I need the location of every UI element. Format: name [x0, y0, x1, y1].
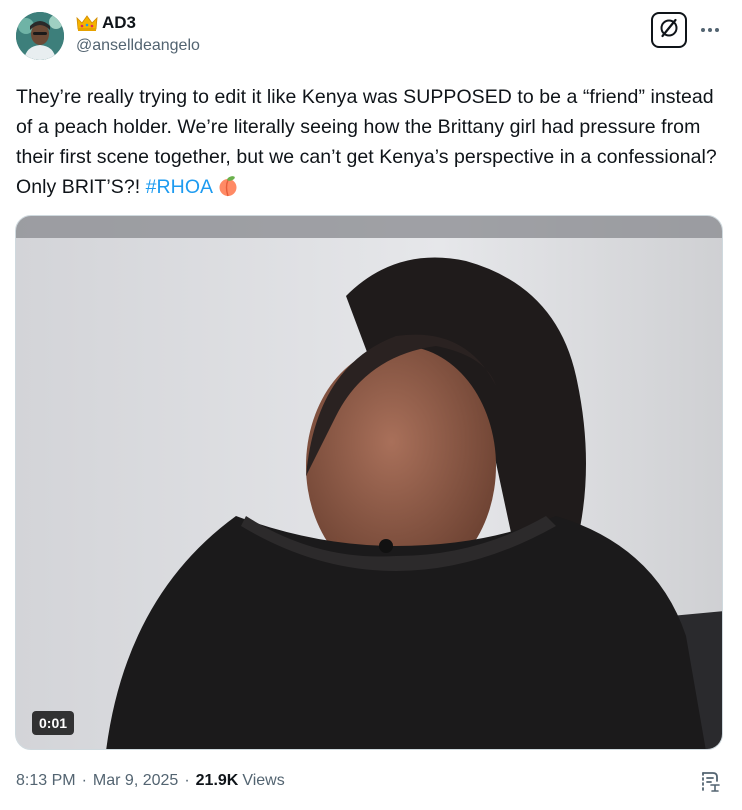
- more-dot: [708, 28, 712, 32]
- views-label: Views: [242, 772, 285, 789]
- bookmark-list-icon[interactable]: [698, 770, 722, 794]
- name-row: AD3: [76, 12, 200, 34]
- tweet-meta: 8:13 PM · Mar 9, 2025 · 21.9K Views: [16, 772, 285, 790]
- video-player[interactable]: 0:01: [15, 215, 723, 750]
- views-count: 21.9K: [195, 772, 239, 789]
- video-duration: 0:01: [32, 711, 75, 735]
- tweet-time[interactable]: 8:13 PM: [16, 772, 76, 790]
- tweet-body: They’re really trying to edit it like Ke…: [16, 86, 717, 198]
- more-dot: [701, 28, 705, 32]
- grok-icon: [658, 17, 680, 44]
- tweet-text: They’re really trying to edit it like Ke…: [16, 82, 728, 202]
- video-frame: [16, 216, 722, 749]
- author-block: AD3 @anselldeangelo: [76, 12, 200, 55]
- display-name[interactable]: AD3: [102, 13, 136, 33]
- more-button[interactable]: [696, 16, 724, 44]
- avatar[interactable]: [16, 12, 64, 60]
- meta-separator: ·: [184, 772, 190, 789]
- peach-emoji-icon: [217, 175, 239, 197]
- more-dot: [715, 28, 719, 32]
- tweet: AD3 @anselldeangelo They’re really tryin…: [0, 0, 742, 810]
- grok-button[interactable]: [651, 12, 687, 48]
- meta-separator: ·: [81, 772, 87, 789]
- tweet-date[interactable]: Mar 9, 2025: [93, 772, 178, 790]
- crown-icon: [76, 14, 98, 32]
- hashtag-link[interactable]: #RHOA: [146, 176, 213, 198]
- user-handle[interactable]: @anselldeangelo: [76, 37, 200, 55]
